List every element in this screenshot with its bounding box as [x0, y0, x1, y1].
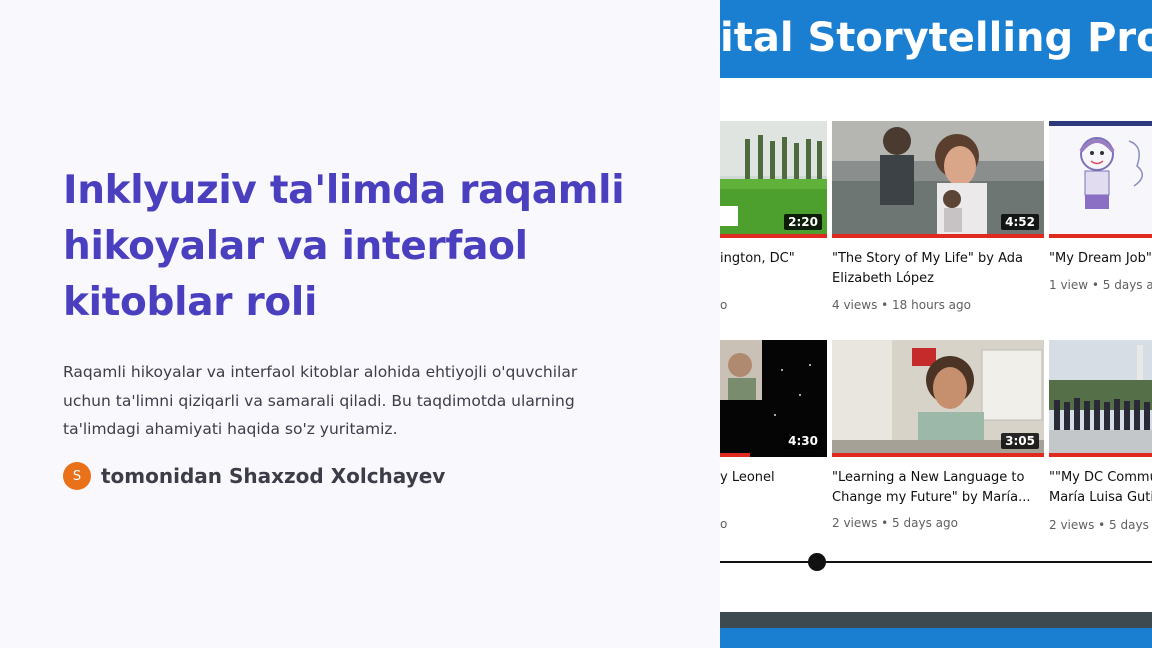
video-meta: o: [720, 517, 728, 531]
crowd-monument-thumbnail: [1049, 340, 1152, 457]
timeline-scrubber-handle[interactable]: [808, 553, 826, 571]
video-title[interactable]: y Leonel: [720, 467, 827, 488]
banner: ital Storytelling Proj: [720, 0, 1152, 78]
slide-description: Raqamli hikoyalar va interfaol kitoblar …: [63, 363, 578, 438]
video-thumbnail[interactable]: 2:20: [720, 121, 827, 238]
video-thumbnail[interactable]: [1049, 121, 1152, 238]
video-meta: 2 views • 5 days ago: [832, 516, 958, 530]
bottom-banner: [720, 628, 1152, 648]
video-title-line1[interactable]: "The Story of My Life" by Ada: [832, 248, 1044, 269]
video-title-line2[interactable]: Change my Future" by María...: [832, 487, 1044, 508]
player-controls-bar: [720, 612, 1152, 628]
video-title-line2[interactable]: Elizabeth López: [832, 268, 1044, 289]
watched-progress-bar: [1049, 453, 1152, 457]
video-duration: 3:05: [1001, 433, 1039, 449]
video-thumbnail[interactable]: 4:30: [720, 340, 827, 457]
video-title-line1[interactable]: "Learning a New Language to: [832, 467, 1044, 488]
author-name: tomonidan Shaxzod Xolchayev: [101, 464, 446, 488]
video-meta: o: [720, 298, 728, 312]
watched-progress-bar: [832, 234, 1044, 238]
drawing-thumbnail: [1049, 121, 1152, 238]
video-title[interactable]: "My Dream Job": [1049, 248, 1152, 269]
video-duration: 4:52: [1001, 214, 1039, 230]
slide-title: Inklyuziv ta'limda raqamli hikoyalar va …: [63, 168, 625, 325]
author-byline: S tomonidan Shaxzod Xolchayev: [63, 462, 445, 490]
video-thumbnail[interactable]: 3:05: [832, 340, 1044, 457]
banner-title: ital Storytelling Proj: [720, 15, 1152, 61]
video-title[interactable]: ington, DC": [720, 248, 827, 269]
video-duration: 2:20: [784, 214, 822, 230]
video-duration: 4:30: [784, 433, 822, 449]
slide-text-panel: Inklyuziv ta'limda raqamli hikoyalar va …: [0, 0, 720, 648]
video-title-line1[interactable]: ""My DC Commu: [1049, 467, 1152, 488]
video-title-line2[interactable]: María Luisa Guti: [1049, 487, 1152, 508]
video-meta: 2 views • 5 days ag: [1049, 518, 1152, 532]
watched-progress-bar: [720, 453, 750, 457]
watched-progress-bar: [1049, 234, 1152, 238]
watched-progress-bar: [832, 453, 1044, 457]
video-thumbnail[interactable]: [1049, 340, 1152, 457]
avatar: S: [63, 462, 91, 490]
video-meta: 4 views • 18 hours ago: [832, 298, 971, 312]
watched-progress-bar: [720, 234, 827, 238]
video-thumbnail[interactable]: 4:52: [832, 121, 1044, 238]
video-gallery-screenshot: ital Storytelling Proj 2:20 4:52 ington,…: [720, 0, 1152, 648]
video-timeline[interactable]: [720, 561, 1152, 563]
video-meta: 1 view • 5 days ago: [1049, 278, 1152, 292]
